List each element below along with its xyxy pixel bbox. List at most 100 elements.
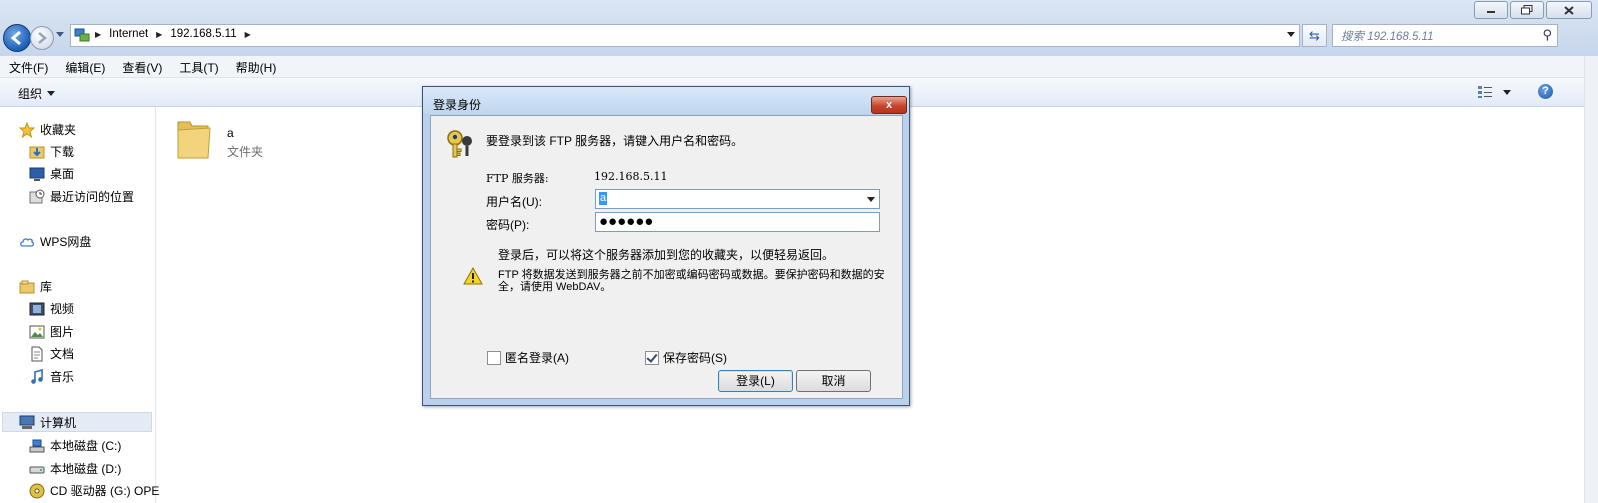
desktop-icon: [29, 167, 45, 181]
nav-music[interactable]: 音乐: [29, 368, 74, 385]
star-icon: [19, 121, 35, 138]
search-input[interactable]: 搜索 192.168.5.11 ⚲: [1332, 24, 1558, 47]
nav-downloads-label: 下载: [50, 145, 75, 159]
nav-drive-d[interactable]: 本地磁盘 (D:): [29, 460, 121, 477]
dialog-close-button[interactable]: x: [871, 96, 907, 114]
recent-pages-dropdown[interactable]: [56, 32, 64, 37]
nav-documents-label: 文档: [50, 347, 75, 361]
nav-libraries-label: 库: [40, 280, 53, 294]
chevron-down-icon: [1503, 89, 1511, 95]
help-button[interactable]: ?: [1538, 84, 1553, 99]
username-value: a: [599, 192, 608, 205]
nav-favorites[interactable]: 收藏夹: [19, 121, 76, 138]
vertical-scrollbar[interactable]: [1584, 56, 1598, 503]
folder-name: a: [227, 126, 234, 140]
menu-edit[interactable]: 编辑(E): [56, 56, 113, 77]
cloud-icon: [20, 237, 35, 247]
close-window-button[interactable]: [1546, 1, 1592, 19]
minimize-button[interactable]: [1474, 1, 1508, 19]
arrow-right-icon: [38, 32, 47, 44]
chevron-right-icon[interactable]: ▶: [156, 30, 162, 39]
login-dialog: 登录身份 x 要登录到该 FTP 服务器，请键入用户名和密码。 FTP 服务器:…: [422, 86, 910, 406]
nav-wps-label: WPS网盘: [40, 235, 92, 249]
nav-libraries[interactable]: 库: [19, 278, 52, 295]
dialog-title: 登录身份: [433, 98, 482, 112]
forward-button[interactable]: [30, 26, 54, 50]
system-drive-icon: [29, 439, 45, 452]
download-folder-icon: [29, 146, 45, 158]
window-titlebar: ▶ Internet ▶ 192.168.5.11 ▶ ⇆ 搜索 192.168…: [0, 0, 1598, 56]
save-password-checkbox[interactable]: 保存密码(S): [645, 349, 727, 366]
nav-documents[interactable]: 文档: [29, 345, 74, 362]
server-label: FTP 服务器:: [486, 172, 549, 185]
search-placeholder: 搜索 192.168.5.11: [1341, 31, 1434, 43]
warning-icon: [463, 267, 483, 285]
menu-view[interactable]: 查看(V): [113, 56, 170, 77]
favorites-note: 登录后，可以将这个服务器添加到您的收藏夹，以便轻易返回。: [498, 248, 835, 262]
password-field[interactable]: ●●●●●●: [595, 212, 880, 232]
help-icon: ?: [1542, 85, 1549, 97]
computer-icon: [19, 415, 35, 429]
document-icon: [31, 346, 43, 361]
password-mask: ●●●●●●: [599, 213, 654, 230]
key-icon: [447, 130, 472, 158]
menu-bar: 文件(F) 编辑(E) 查看(V) 工具(T) 帮助(H): [0, 56, 1598, 78]
search-icon[interactable]: ⚲: [1542, 27, 1552, 43]
nav-drive-d-label: 本地磁盘 (D:): [50, 462, 122, 476]
library-icon: [19, 280, 35, 293]
close-icon: x: [885, 99, 893, 111]
breadcrumb-server[interactable]: 192.168.5.11: [170, 28, 236, 40]
cancel-button[interactable]: 取消: [796, 370, 871, 392]
save-password-checkbox-box[interactable]: [645, 350, 659, 365]
nav-desktop[interactable]: 桌面: [29, 165, 74, 182]
nav-favorites-label: 收藏夹: [40, 123, 77, 137]
nav-wps[interactable]: WPS网盘: [19, 233, 91, 250]
nav-drive-c[interactable]: 本地磁盘 (C:): [29, 437, 121, 454]
navigation-pane: 收藏夹 下载 桌面 最近访问的位置 WPS网盘 库 视频 图片 文档 音乐 计算…: [0, 107, 159, 503]
dialog-body: 要登录到该 FTP 服务器，请键入用户名和密码。 FTP 服务器: 192.16…: [430, 115, 903, 399]
username-combobox[interactable]: a: [595, 189, 880, 209]
menu-tools[interactable]: 工具(T): [170, 56, 226, 77]
breadcrumb-internet[interactable]: Internet: [109, 28, 148, 40]
chevron-right-icon[interactable]: ▶: [245, 30, 251, 39]
refresh-icon: ⇆: [1309, 27, 1320, 43]
login-button[interactable]: 登录(L): [718, 370, 793, 392]
window-controls: [1474, 1, 1592, 19]
password-label: 密码(P):: [486, 218, 530, 232]
folder-item[interactable]: a 文件夹: [174, 118, 294, 164]
address-bar[interactable]: ▶ Internet ▶ 192.168.5.11 ▶: [70, 24, 1300, 47]
organize-label: 组织: [18, 87, 43, 101]
chevron-down-icon[interactable]: [867, 197, 875, 202]
anonymous-checkbox-box[interactable]: [487, 350, 501, 365]
organize-button[interactable]: 组织: [18, 85, 56, 102]
refresh-button[interactable]: ⇆: [1302, 24, 1327, 47]
nav-drive-c-label: 本地磁盘 (C:): [50, 439, 122, 453]
restore-button[interactable]: [1510, 1, 1544, 19]
view-options-button[interactable]: [1477, 85, 1511, 99]
minimize-icon: [1487, 11, 1495, 13]
nav-recent-label: 最近访问的位置: [50, 190, 135, 204]
cd-drive-icon: [29, 483, 45, 498]
security-warning: FTP 将数据发送到服务器之前不加密或编码密码或数据。要保护密码和数据的安全，请…: [498, 269, 885, 293]
menu-help[interactable]: 帮助(H): [227, 56, 285, 77]
username-label: 用户名(U):: [486, 195, 542, 209]
restore-icon: [1521, 5, 1533, 15]
chevron-down-icon: [47, 91, 56, 96]
nav-downloads[interactable]: 下载: [29, 143, 74, 160]
nav-recent[interactable]: 最近访问的位置: [29, 188, 134, 205]
nav-computer[interactable]: 计算机: [2, 412, 152, 432]
save-password-label: 保存密码(S): [663, 351, 727, 365]
address-history-dropdown[interactable]: [1287, 32, 1295, 37]
nav-videos[interactable]: 视频: [29, 300, 74, 317]
server-value: 192.168.5.11: [594, 170, 668, 183]
dialog-prompt: 要登录到该 FTP 服务器，请键入用户名和密码。: [486, 134, 744, 148]
nav-drive-g[interactable]: CD 驱动器 (G:) OPE: [29, 482, 159, 499]
chevron-right-icon[interactable]: ▶: [95, 30, 101, 39]
anonymous-login-checkbox[interactable]: 匿名登录(A): [487, 349, 569, 366]
menu-file[interactable]: 文件(F): [0, 56, 56, 77]
nav-drive-g-label: CD 驱动器 (G:) OPE: [50, 484, 160, 498]
nav-pictures[interactable]: 图片: [29, 323, 74, 340]
back-button[interactable]: [3, 24, 31, 52]
view-details-icon: [1478, 86, 1492, 98]
nav-desktop-label: 桌面: [50, 167, 75, 181]
